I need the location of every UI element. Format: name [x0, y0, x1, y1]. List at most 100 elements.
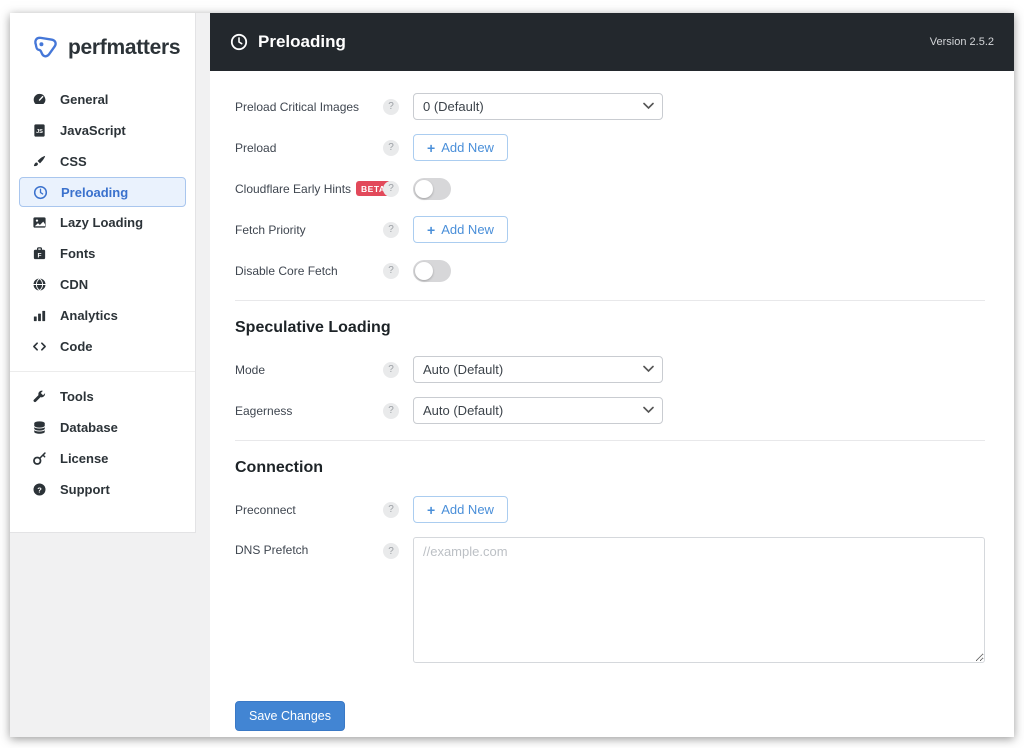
globe-icon: [32, 277, 47, 292]
sidebar-item-label: Analytics: [60, 308, 118, 323]
font-case-icon: F: [32, 246, 47, 261]
toggle-knob: [415, 261, 433, 280]
sidebar-item-label: Lazy Loading: [60, 215, 144, 230]
sidebar-item-label: CSS: [60, 154, 87, 169]
sidebar-item-preloading[interactable]: Preloading: [19, 177, 186, 207]
main-panel: Preloading Version 2.5.2 Preload Critica…: [210, 13, 1014, 737]
image-icon: [32, 215, 47, 230]
help-icon[interactable]: ?: [383, 98, 399, 115]
sidebar-item-label: Support: [60, 482, 110, 497]
cloudflare-early-hints-toggle[interactable]: [413, 177, 451, 200]
database-icon: [32, 420, 47, 435]
key-icon: [32, 451, 47, 466]
plus-icon: +: [427, 501, 436, 518]
settings-form: Preload Critical Images ? 0 (Default) Pr…: [210, 71, 1014, 731]
code-icon: [32, 339, 47, 354]
page-title: Preloading: [258, 32, 346, 51]
svg-text:F: F: [38, 252, 42, 259]
preload-add-new-button[interactable]: + Add New: [413, 134, 508, 161]
mode-select[interactable]: Auto (Default): [413, 356, 663, 383]
eagerness-select[interactable]: Auto (Default): [413, 397, 663, 424]
question-circle-icon: ?: [32, 482, 47, 497]
sidebar-item-code[interactable]: Code: [10, 331, 195, 362]
sidebar-item-database[interactable]: Database: [10, 412, 195, 443]
brush-icon: [32, 154, 47, 169]
help-icon[interactable]: ?: [383, 402, 399, 419]
page-header: Preloading Version 2.5.2: [210, 13, 1014, 71]
sidebar-item-lazy-loading[interactable]: Lazy Loading: [10, 207, 195, 238]
perfmatters-logo-icon: [28, 33, 61, 62]
field-label: Preload Critical Images: [235, 99, 360, 114]
sidebar-item-label: JavaScript: [60, 123, 126, 138]
clock-icon: [33, 185, 48, 200]
help-icon[interactable]: ?: [383, 139, 399, 156]
wrench-icon: [32, 389, 47, 404]
plus-icon: +: [427, 221, 436, 238]
plus-icon: +: [427, 139, 436, 156]
add-new-label: Add New: [441, 222, 494, 237]
preconnect-add-new-button[interactable]: + Add New: [413, 496, 508, 523]
sidebar-item-label: Code: [60, 339, 93, 354]
help-icon[interactable]: ?: [383, 262, 399, 279]
javascript-icon: JS: [32, 123, 47, 138]
sidebar-divider: [10, 371, 195, 372]
field-label: DNS Prefetch: [235, 543, 309, 557]
sidebar-item-cdn[interactable]: CDN: [10, 269, 195, 300]
perfmatters-logo: perfmatters: [10, 33, 195, 62]
bar-chart-icon: [32, 308, 47, 323]
sidebar-item-label: General: [60, 92, 109, 107]
sidebar: perfmatters General JS JavaScript CSS Pr…: [10, 13, 196, 533]
dns-prefetch-textarea[interactable]: [413, 537, 985, 663]
field-label: Preload: [235, 140, 277, 155]
form-row-fetch-priority: Fetch Priority ? + Add New: [235, 216, 985, 243]
section-divider: [235, 440, 985, 441]
field-label: Preconnect: [235, 502, 296, 517]
sidebar-item-javascript[interactable]: JS JavaScript: [10, 115, 195, 146]
sidebar-item-label: Tools: [60, 389, 94, 404]
sidebar-item-tools[interactable]: Tools: [10, 381, 195, 412]
sidebar-item-label: Fonts: [60, 246, 96, 261]
field-label: Mode: [235, 362, 266, 377]
sidebar-item-license[interactable]: License: [10, 443, 195, 474]
sidebar-item-general[interactable]: General: [10, 84, 195, 115]
sidebar-item-fonts[interactable]: F Fonts: [10, 238, 195, 269]
section-heading-connection: Connection: [235, 459, 323, 476]
app-window: perfmatters General JS JavaScript CSS Pr…: [10, 13, 1014, 737]
form-row-preload: Preload ? + Add New: [235, 134, 985, 161]
form-row-preconnect: Preconnect ? + Add New: [235, 496, 985, 523]
sidebar-item-label: License: [60, 451, 109, 466]
sidebar-item-label: Database: [60, 420, 118, 435]
section-heading-speculative-loading: Speculative Loading: [235, 319, 391, 336]
field-label: Disable Core Fetch: [235, 263, 338, 278]
svg-text:JS: JS: [36, 129, 43, 135]
help-icon[interactable]: ?: [383, 501, 399, 518]
sidebar-item-label: Preloading: [61, 184, 129, 200]
sidebar-item-analytics[interactable]: Analytics: [10, 300, 195, 331]
form-row-disable-core-fetch: Disable Core Fetch ?: [235, 257, 985, 284]
preload-critical-images-select[interactable]: 0 (Default): [413, 93, 663, 120]
field-label: Fetch Priority: [235, 222, 306, 237]
svg-text:?: ?: [37, 485, 42, 494]
disable-core-fetch-toggle[interactable]: [413, 259, 451, 282]
clock-icon: [230, 33, 248, 51]
save-changes-button[interactable]: Save Changes: [235, 701, 346, 731]
field-label: Eagerness: [235, 403, 293, 418]
form-row-mode: Mode ? Auto (Default): [235, 356, 985, 383]
add-new-label: Add New: [441, 140, 494, 155]
sidebar-item-css[interactable]: CSS: [10, 146, 195, 177]
version-label: Version 2.5.2: [929, 36, 994, 48]
help-icon[interactable]: ?: [383, 221, 399, 238]
form-row-eagerness: Eagerness ? Auto (Default): [235, 397, 985, 424]
help-icon[interactable]: ?: [383, 361, 399, 378]
logo-wordmark: perfmatters: [68, 35, 181, 59]
help-icon[interactable]: ?: [383, 543, 399, 559]
fetch-priority-add-new-button[interactable]: + Add New: [413, 216, 508, 243]
add-new-label: Add New: [441, 502, 494, 517]
field-label: Cloudflare Early Hints BETA: [235, 181, 391, 196]
form-row-cloudflare-early-hints: Cloudflare Early Hints BETA ?: [235, 175, 985, 202]
sidebar-item-label: CDN: [60, 277, 89, 292]
form-row-dns-prefetch: DNS Prefetch ?: [235, 537, 985, 663]
toggle-knob: [415, 179, 433, 198]
sidebar-item-support[interactable]: ? Support: [10, 474, 195, 505]
help-icon[interactable]: ?: [383, 180, 399, 197]
